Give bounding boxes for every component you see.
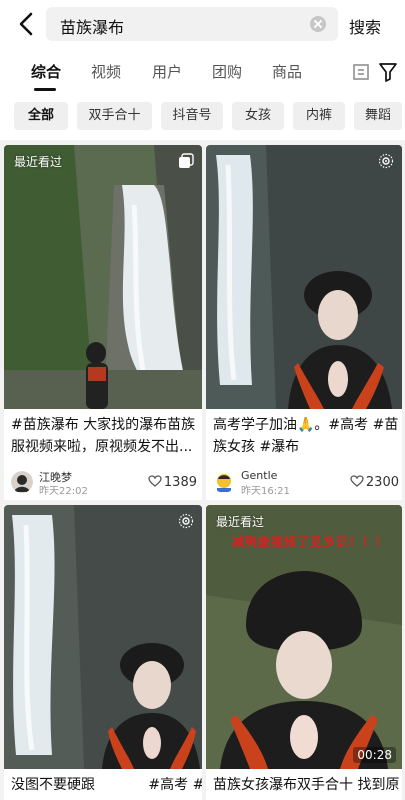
card-author[interactable]: 江晚梦 昨天22:02 1389 — [11, 469, 201, 497]
author-name: Gentle — [241, 469, 278, 482]
card-caption-line1: 苗族女孩瀑布双手合十 找到原 — [213, 777, 400, 793]
result-card-1[interactable]: 最近看过 #苗族瀑布 大家找的瀑布苗族 服视频来啦，原视频发不出... 江晚梦 … — [4, 145, 202, 500]
result-card-2[interactable]: 高考学子加油🙏。#高考 #苗 族女孩 #瀑布 Gentle 昨天16:21 23… — [206, 145, 402, 500]
tab-comprehensive[interactable]: 综合 — [31, 61, 61, 82]
girl-waterfall-photo — [206, 145, 402, 409]
card-caption-line2: 服视频来啦，原视频发不出... — [11, 439, 193, 455]
card-caption-line1: 高考学子加油🙏。#高考 #苗 — [213, 417, 399, 433]
post-time: 昨天16:21 — [241, 486, 290, 497]
chip-all[interactable]: 全部 — [14, 102, 68, 130]
card-author[interactable]: Gentle 昨天16:21 2300 — [213, 469, 402, 497]
filter-icon[interactable] — [379, 62, 397, 82]
heart-icon — [148, 475, 162, 487]
chip-dance[interactable]: 舞蹈 — [354, 102, 402, 130]
back-arrow-icon[interactable] — [14, 10, 40, 38]
video-duration: 00:28 — [353, 747, 396, 763]
filter-chip-bar: 全部 双手合十 抖音号 女孩 内裤 舞蹈 — [0, 94, 405, 140]
search-query: 苗族瀑布 — [60, 18, 125, 37]
card-caption-line1: #苗族瀑布 大家找的瀑布苗族 — [11, 417, 196, 433]
video-overlay-text: 减到废视频了见多识！！！ — [232, 535, 389, 549]
card-caption-line1: 没图不要硬跟 #高考 #高 — [11, 777, 202, 793]
tab-users[interactable]: 用户 — [152, 61, 182, 82]
recently-viewed-badge: 最近看过 — [14, 155, 63, 169]
heart-icon — [350, 475, 364, 487]
active-tab-indicator — [34, 88, 56, 91]
live-photo-icon — [178, 513, 194, 529]
clear-icon[interactable] — [310, 16, 326, 32]
card-caption-line2: 族女孩 #瀑布 — [213, 439, 300, 455]
chip-girl[interactable]: 女孩 — [232, 102, 284, 130]
tab-bar: 综合 视频 用户 团购 商品 — [0, 50, 405, 94]
like-count[interactable]: 2300 — [350, 475, 399, 490]
chip-underwear[interactable]: 内裤 — [293, 102, 345, 130]
chip-douyin-id[interactable]: 抖音号 — [161, 102, 223, 130]
tab-group-buy[interactable]: 团购 — [212, 61, 242, 82]
avatar — [213, 471, 235, 493]
top-bar: 苗族瀑布 搜索 — [0, 0, 405, 50]
recently-viewed-badge: 最近看过 — [216, 515, 265, 529]
search-button[interactable]: 搜索 — [349, 14, 381, 38]
tab-products[interactable]: 商品 — [272, 61, 302, 82]
tab-video[interactable]: 视频 — [91, 61, 121, 82]
like-count[interactable]: 1389 — [148, 475, 197, 490]
avatar — [11, 471, 33, 493]
search-input[interactable]: 苗族瀑布 — [46, 7, 338, 41]
waterfall-photo — [4, 145, 202, 409]
more-tabs-icon[interactable] — [352, 63, 370, 81]
live-photo-icon — [378, 153, 394, 169]
multi-image-icon — [179, 153, 194, 168]
girl-waterfall-photo — [4, 505, 202, 769]
result-card-4[interactable]: 最近看过 减到废视频了见多识！！！ 00:28 苗族女孩瀑布双手合十 找到原 — [206, 505, 402, 800]
chip-hands-together[interactable]: 双手合十 — [77, 102, 152, 130]
post-time: 昨天22:02 — [39, 486, 88, 497]
result-card-3[interactable]: 没图不要硬跟 #高考 #高 — [4, 505, 202, 800]
